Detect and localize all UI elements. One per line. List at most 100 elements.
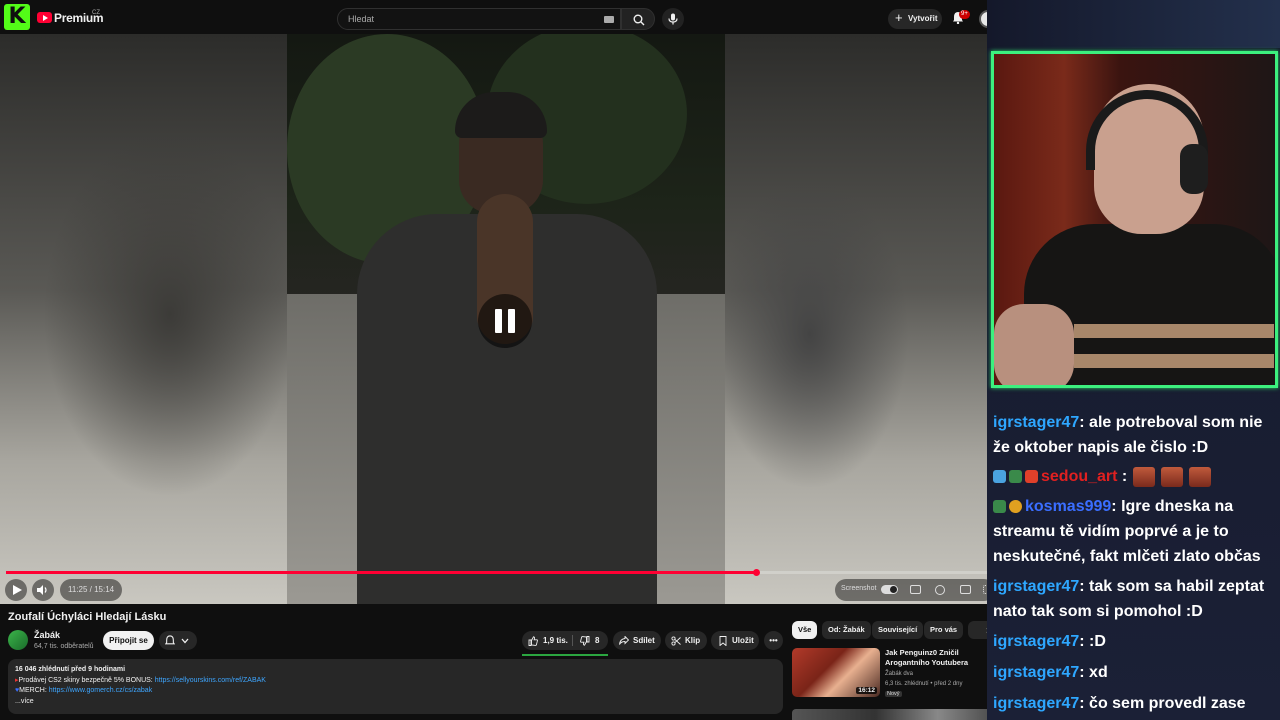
volume-icon (37, 585, 47, 595)
streamer-arm (994, 304, 1074, 385)
badge-icon (993, 470, 1006, 484)
share-icon (619, 636, 629, 645)
badge-icon (993, 500, 1006, 514)
progress-bar[interactable] (6, 569, 994, 576)
chat-username[interactable]: igrstager47 (993, 633, 1079, 650)
save-label: Uložit (732, 636, 754, 645)
play-icon (13, 585, 22, 595)
clip-button[interactable]: Klip (665, 631, 707, 650)
chip-from-channel[interactable]: Od: Žabák (822, 621, 871, 639)
keyboard-icon[interactable] (604, 16, 614, 23)
description-box[interactable]: 16 046 zhlédnutí před 9 hodinami ▸Prodáv… (8, 659, 783, 714)
channel-name[interactable]: Žabák (34, 630, 60, 640)
recommended-video-channel[interactable]: Žabák dva (885, 671, 913, 677)
webcam-feed (991, 51, 1278, 388)
emote-icon (1189, 466, 1212, 487)
progress-fill (6, 571, 756, 574)
dislike-icon[interactable] (580, 636, 590, 646)
search-button[interactable] (621, 8, 655, 30)
chip-related[interactable]: Související (872, 621, 924, 639)
video-duration: 16:12 (856, 687, 877, 694)
youtube-page: K Premium CZ Hledat Vytvořit 9+ (0, 0, 1000, 720)
like-count[interactable]: 1,9 tis. (543, 631, 568, 650)
like-dislike-group: 1,9 tis. 8 (522, 631, 608, 650)
chat-username[interactable]: igrstager47 (993, 695, 1079, 712)
chat-text: : (1117, 468, 1128, 485)
like-icon[interactable] (528, 636, 538, 646)
crown-badge-icon (1025, 470, 1038, 484)
chat-username[interactable]: igrstager47 (993, 414, 1079, 431)
settings-gear-icon[interactable] (935, 585, 945, 595)
create-button[interactable]: Vytvořit (888, 8, 942, 29)
chat-text: : :D (1079, 633, 1106, 650)
merch-link[interactable]: https://www.gomerch.cz/cs/zabak (49, 687, 152, 694)
youtube-logo-icon[interactable] (37, 12, 52, 23)
chip-all[interactable]: Vše (792, 621, 818, 639)
recommendation-filter-chips: Vše Od: Žabák Související Pro vás (792, 621, 1000, 639)
chat-text: : xd (1079, 664, 1108, 681)
like-divider (572, 635, 573, 646)
description-line-2: ♥MERCH: https://www.gomerch.cz/cs/zabak (15, 687, 153, 694)
headphone-earcup (1180, 144, 1208, 194)
theater-mode-icon[interactable] (960, 585, 971, 594)
time-display: 11:25 / 15:14 (60, 579, 123, 601)
play-button[interactable] (5, 579, 27, 601)
top-bar: K Premium CZ Hledat Vytvořit 9+ (0, 0, 1000, 36)
subscriber-count: 64,7 tis. odběratelů (34, 643, 94, 650)
chevron-down-icon (181, 638, 189, 644)
badge-icon (1009, 470, 1022, 484)
video-player[interactable]: 11:25 / 15:14 Screenshot (0, 34, 1000, 604)
share-button[interactable]: Sdílet (613, 631, 661, 650)
recommended-video-thumbnail[interactable] (792, 709, 1000, 720)
chip-for-you[interactable]: Pro vás (924, 621, 964, 639)
recommended-video-meta: 6,3 tis. zhlédnutí • před 2 dny (885, 681, 963, 687)
chat-message: igrstager47: čo sem provedl zase (993, 691, 1278, 716)
chat-username[interactable]: igrstager47 (993, 664, 1079, 681)
overlay-header (987, 0, 1280, 48)
video-title: Zoufalí Úchyláci Hledají Lásku (8, 611, 167, 623)
scrubber-handle[interactable] (752, 569, 760, 576)
voice-search-button[interactable] (662, 8, 684, 30)
shirt-stripe (1074, 354, 1274, 368)
screenshot-label: Screenshot (841, 585, 877, 592)
search-input[interactable]: Hledat (337, 8, 621, 30)
shirt-stripe (1074, 324, 1274, 338)
recommended-video-thumbnail[interactable]: 16:12 (792, 648, 880, 697)
pause-icon[interactable] (478, 294, 532, 348)
chat-message: igrstager47: :D (993, 629, 1278, 654)
clip-label: Klip (685, 636, 701, 645)
recommended-video-title[interactable]: Jak Penguinz0 Zničil Arogantního Youtube… (885, 648, 993, 668)
scissors-icon (671, 636, 681, 646)
region-label: CZ (92, 10, 100, 16)
join-button[interactable]: Připojit se (103, 631, 154, 650)
chat-username[interactable]: igrstager47 (993, 578, 1079, 595)
like-highlight-bar (522, 654, 608, 656)
chat-message: igrstager47: xd (993, 660, 1278, 685)
subtitles-icon[interactable] (910, 585, 921, 594)
save-button[interactable]: Uložit (711, 631, 759, 650)
chat-text: : čo sem provedl zase (1079, 695, 1246, 712)
emote-icon (1161, 466, 1184, 487)
subscription-bell-button[interactable] (159, 631, 197, 650)
more-actions-button[interactable]: ••• (764, 631, 783, 650)
kick-logo: K (4, 4, 30, 30)
description-line-1: ▸Prodávej CS2 skiny bezpečně 5% BONUS: h… (15, 676, 266, 684)
volume-button[interactable] (32, 579, 54, 601)
bell-icon (165, 635, 175, 645)
search-placeholder: Hledat (348, 14, 375, 24)
chat-message: igrstager47: tak som sa habil zeptat nat… (993, 574, 1278, 624)
chat-message: sedou_art : (993, 464, 1278, 489)
chat-username[interactable]: sedou_art (1041, 468, 1117, 485)
channel-avatar[interactable] (8, 630, 28, 650)
sellyourskins-link[interactable]: https://sellyourskins.com/ref/ZABAK (155, 677, 266, 684)
description-text: MERCH: (19, 687, 49, 694)
new-badge: Nový (885, 691, 902, 697)
chat-message: igrstager47: ale potreboval som nie že o… (993, 410, 1278, 460)
view-count-line: 16 046 zhlédnutí před 9 hodinami (15, 666, 126, 673)
chat-username[interactable]: kosmas999 (1025, 498, 1111, 515)
notification-count-badge: 9+ (959, 10, 970, 19)
share-label: Sdílet (633, 636, 655, 645)
screenshot-toggle[interactable] (881, 585, 898, 594)
screen: K Premium CZ Hledat Vytvořit 9+ (0, 0, 1280, 720)
show-more-link[interactable]: ...více (15, 697, 776, 708)
